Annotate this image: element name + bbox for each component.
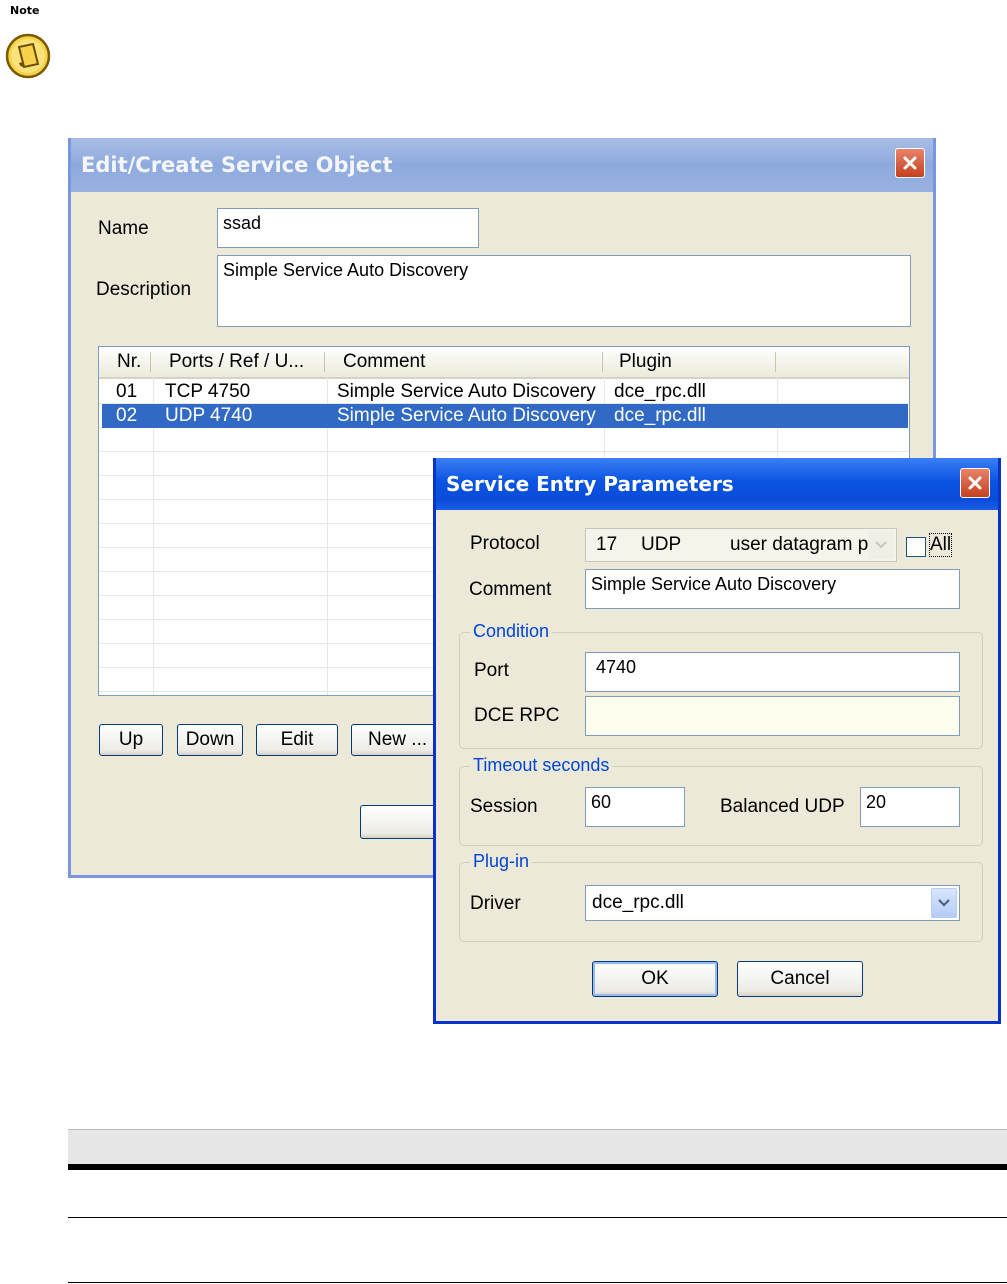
cell-nr: 01 — [116, 381, 138, 402]
title-bar[interactable]: Edit/Create Service Object — [71, 138, 933, 192]
name-field[interactable]: ssad — [217, 208, 479, 248]
port-field[interactable]: 4740 — [585, 652, 960, 692]
chevron-down-icon — [875, 541, 887, 549]
cancel-button[interactable]: Cancel — [737, 961, 863, 997]
close-icon — [968, 476, 982, 490]
edit-button[interactable]: Edit — [256, 724, 338, 756]
cell-ports: TCP 4750 — [165, 381, 251, 402]
table-header-band — [68, 1129, 1007, 1165]
table-header-rule — [68, 1164, 1007, 1170]
table-row-selected[interactable]: 02 UDP 4740 Simple Service Auto Discover… — [102, 404, 908, 428]
column-header-ports[interactable]: Ports / Ref / U... — [169, 351, 304, 373]
balanced-udp-field[interactable]: 20 — [860, 787, 960, 827]
chevron-down-icon — [938, 899, 950, 907]
all-label[interactable]: All — [928, 533, 953, 557]
ok-button[interactable]: OK — [592, 961, 718, 997]
comment-field[interactable]: Simple Service Auto Discovery — [585, 569, 960, 609]
close-button[interactable] — [960, 468, 990, 498]
cell-comment: Simple Service Auto Discovery — [337, 381, 596, 402]
dce-rpc-label: DCE RPC — [474, 705, 560, 726]
close-button[interactable] — [895, 148, 925, 178]
dropdown-arrow-button[interactable] — [868, 531, 894, 559]
driver-label: Driver — [470, 893, 521, 914]
down-button[interactable]: Down — [177, 724, 243, 756]
timeout-group-title: Timeout seconds — [470, 755, 613, 776]
port-label: Port — [474, 660, 509, 681]
up-button[interactable]: Up — [99, 724, 163, 756]
table-row-divider — [68, 1282, 1007, 1283]
column-header-plugin[interactable]: Plugin — [619, 351, 672, 373]
cell-plugin: dce_rpc.dll — [614, 381, 706, 402]
driver-dropdown[interactable]: dce_rpc.dll — [585, 885, 960, 921]
close-icon — [903, 156, 917, 170]
new-button[interactable]: New ... — [351, 724, 443, 756]
column-header-nr[interactable]: Nr. — [117, 351, 141, 373]
condition-group-title: Condition — [470, 621, 553, 642]
window-title: Service Entry Parameters — [446, 472, 734, 496]
session-field[interactable]: 60 — [585, 787, 685, 827]
cell-nr: 02 — [116, 405, 138, 426]
dropdown-arrow-button[interactable] — [931, 888, 957, 918]
note-label: Note — [10, 4, 40, 17]
window-title: Edit/Create Service Object — [81, 153, 393, 177]
balanced-udp-label: Balanced UDP — [720, 796, 845, 817]
protocol-number: 17 — [596, 534, 618, 555]
table-row-divider — [68, 1217, 1007, 1218]
column-header-comment[interactable]: Comment — [343, 351, 425, 373]
all-checkbox[interactable] — [906, 537, 926, 557]
description-label: Description — [96, 279, 192, 300]
session-label: Session — [470, 796, 538, 817]
service-entry-parameters-window: Service Entry Parameters Protocol 17 UDP… — [433, 458, 1001, 1024]
protocol-name: UDP — [641, 534, 682, 555]
cell-plugin: dce_rpc.dll — [614, 405, 706, 426]
name-label: Name — [98, 218, 149, 239]
protocol-label: Protocol — [470, 533, 540, 554]
dce-rpc-field[interactable] — [585, 696, 960, 736]
protocol-description: user datagram p — [730, 534, 869, 555]
protocol-dropdown[interactable]: 17 UDP user datagram p — [585, 528, 897, 562]
note-icon — [5, 33, 51, 79]
table-row[interactable]: 01 TCP 4750 Simple Service Auto Discover… — [102, 380, 908, 404]
driver-value: dce_rpc.dll — [592, 892, 684, 913]
cell-ports: UDP 4740 — [165, 405, 253, 426]
comment-label: Comment — [469, 579, 552, 600]
plugin-group-title: Plug-in — [470, 851, 533, 872]
title-bar[interactable]: Service Entry Parameters — [436, 458, 998, 510]
list-header: Nr. Ports / Ref / U... Comment Plugin — [99, 347, 909, 379]
cell-comment: Simple Service Auto Discovery — [337, 405, 596, 426]
description-field[interactable]: Simple Service Auto Discovery — [217, 255, 911, 327]
